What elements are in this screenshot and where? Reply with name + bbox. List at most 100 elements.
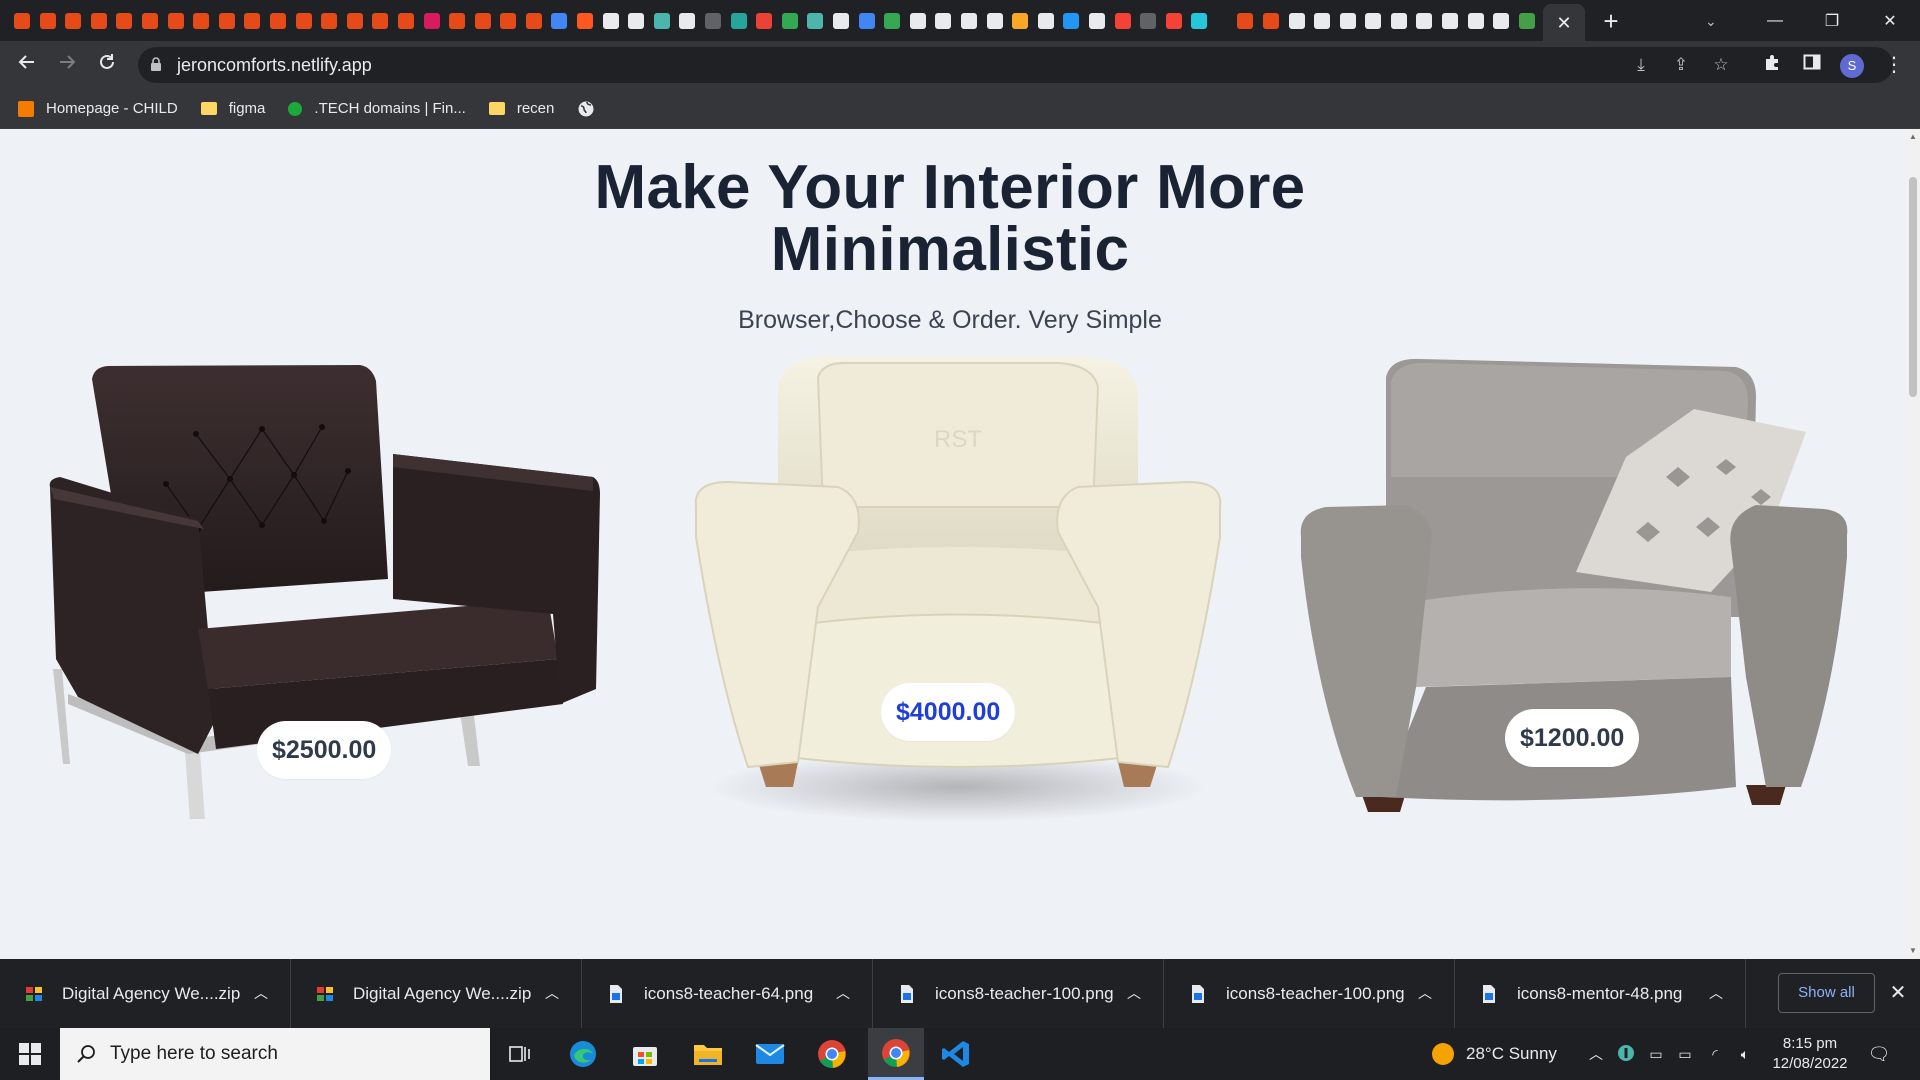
tray-expand-icon[interactable]: ︿ [1586, 1044, 1606, 1064]
bookmark-globe[interactable] [577, 100, 595, 118]
download-item[interactable]: icons8-teacher-100.png ︿ [873, 959, 1164, 1028]
close-downloads-icon[interactable]: ✕ [1884, 973, 1912, 1013]
tab-favicon-icon[interactable] [884, 12, 901, 29]
tab-favicon-icon[interactable] [65, 12, 82, 29]
share-icon[interactable]: ⇪ [1669, 53, 1693, 77]
bookmark-homepage-child[interactable]: Homepage - CHILD [18, 100, 178, 117]
tab-favicon-icon[interactable] [602, 12, 619, 29]
tab-favicon-icon[interactable] [1191, 12, 1208, 29]
scroll-down-icon[interactable]: ▼ [1909, 947, 1917, 955]
tab-favicon-icon[interactable] [525, 12, 542, 29]
star-icon[interactable]: ☆ [1709, 53, 1733, 77]
scrollbar-thumb[interactable] [1909, 177, 1917, 397]
download-item[interactable]: Digital Agency We....zip ︿ [0, 959, 291, 1028]
download-item[interactable]: icons8-teacher-64.png ︿ [582, 959, 873, 1028]
tab-favicon-icon[interactable] [346, 12, 363, 29]
sidepanel-icon[interactable] [1796, 49, 1828, 81]
taskbar-search-placeholder[interactable]: Type here to search [110, 1043, 278, 1065]
tab-favicon-icon[interactable] [1518, 12, 1535, 29]
tab-favicon-icon[interactable] [1037, 12, 1054, 29]
tab-favicon-icon[interactable] [1088, 12, 1105, 29]
tray-app-icon[interactable] [1616, 1044, 1636, 1064]
chevron-up-icon[interactable]: ︿ [836, 959, 850, 1028]
taskbar-mail[interactable] [752, 1036, 788, 1072]
taskbar-vscode[interactable] [938, 1036, 974, 1072]
tab-favicon-icon[interactable] [577, 12, 594, 29]
taskbar-store[interactable] [627, 1036, 663, 1072]
tab-favicon-icon[interactable] [730, 12, 747, 29]
tab-favicon-icon[interactable] [1114, 12, 1131, 29]
restore-button[interactable]: ❐ [1804, 0, 1860, 41]
tab-favicon-icon[interactable] [807, 12, 824, 29]
bookmark-tech-domains[interactable]: .TECH domains | Fin... [288, 100, 466, 117]
system-clock[interactable]: 8:15 pm 12/08/2022 [1760, 1034, 1860, 1074]
tab-favicon-icon[interactable] [1262, 12, 1279, 29]
close-tab-icon[interactable]: ✕ [1556, 14, 1571, 32]
tab-favicon-icon[interactable] [756, 12, 773, 29]
reload-button[interactable] [91, 49, 123, 81]
tab-favicon-icon[interactable] [1288, 12, 1305, 29]
tab-favicon-icon[interactable] [986, 12, 1003, 29]
tab-favicon-icon[interactable] [295, 12, 312, 29]
tab-favicon-icon[interactable] [474, 12, 491, 29]
tab-favicon-icon[interactable] [449, 12, 466, 29]
tab-favicon-icon[interactable] [167, 12, 184, 29]
tab-favicon-icon[interactable] [269, 12, 286, 29]
tab-favicon-icon[interactable] [397, 12, 414, 29]
bookmark-recen-folder[interactable]: recen [488, 100, 554, 117]
back-button[interactable] [11, 49, 43, 81]
tab-favicon-icon[interactable] [1493, 12, 1510, 29]
chevron-up-icon[interactable]: ︿ [1127, 959, 1141, 1028]
weather-widget[interactable]: 28°C Sunny [1432, 1028, 1557, 1080]
show-all-downloads-button[interactable]: Show all [1778, 973, 1875, 1013]
download-item[interactable]: icons8-teacher-100.png ︿ [1164, 959, 1455, 1028]
tab-favicon-icon[interactable] [781, 12, 798, 29]
tab-favicon-icon[interactable] [1390, 12, 1407, 29]
install-icon[interactable]: ⤓ [1629, 53, 1653, 77]
taskbar-chrome[interactable] [814, 1036, 850, 1072]
tab-favicon-icon[interactable] [1442, 12, 1459, 29]
chevron-up-icon[interactable]: ︿ [254, 959, 268, 1028]
task-view-button[interactable] [502, 1036, 538, 1072]
tab-favicon-icon[interactable] [1237, 12, 1254, 29]
tab-favicon-icon[interactable] [244, 12, 261, 29]
search-tabs-icon[interactable]: ⌄ [1705, 8, 1717, 34]
tab-favicon-icon[interactable] [218, 12, 235, 29]
tab-favicon-icon[interactable] [372, 12, 389, 29]
tab-favicon-icon[interactable] [116, 12, 133, 29]
tab-favicon-icon[interactable] [705, 12, 722, 29]
tab-favicon-icon[interactable] [935, 12, 952, 29]
tab-favicon-icon[interactable] [1063, 12, 1080, 29]
tab-favicon-icon[interactable] [551, 12, 568, 29]
menu-icon[interactable]: ⋮ [1880, 49, 1908, 81]
lock-icon[interactable] [151, 57, 161, 71]
download-item[interactable]: Digital Agency We....zip ︿ [291, 959, 582, 1028]
volume-icon[interactable]: 🔈︎ [1735, 1044, 1755, 1064]
wifi-icon[interactable]: ◜ [1705, 1044, 1725, 1064]
tab-favicon-icon[interactable] [960, 12, 977, 29]
taskbar-search-box[interactable]: Type here to search [60, 1028, 490, 1080]
tab-favicon-icon[interactable] [628, 12, 645, 29]
download-item[interactable]: icons8-mentor-48.png ︿ [1455, 959, 1746, 1028]
tab-favicon-icon[interactable] [1012, 12, 1029, 29]
tab-favicon-icon[interactable] [833, 12, 849, 29]
address-bar[interactable]: jeroncomforts.netlify.app ⤓ ⇪ ☆ [138, 47, 1893, 83]
taskbar-file-explorer[interactable] [690, 1036, 726, 1072]
scroll-up-icon[interactable]: ▲ [1909, 133, 1917, 141]
minimize-button[interactable]: — [1747, 0, 1803, 41]
forward-button[interactable] [51, 49, 83, 81]
active-tab[interactable]: ✕ [1543, 4, 1585, 41]
tab-favicon-icon[interactable] [679, 12, 696, 29]
tab-favicon-icon[interactable] [39, 12, 56, 29]
tab-favicon-icon[interactable] [141, 12, 158, 29]
product-card-cream-armchair[interactable]: RST [688, 357, 1228, 827]
url-text[interactable]: jeroncomforts.netlify.app [177, 47, 372, 83]
tab-favicon-icon[interactable] [1314, 12, 1331, 29]
tab-favicon-icon[interactable] [1140, 12, 1157, 29]
battery-icon[interactable]: ▭ [1675, 1044, 1695, 1064]
new-tab-button[interactable]: + [1598, 8, 1624, 34]
tab-favicon-icon[interactable] [14, 12, 30, 29]
extensions-icon[interactable] [1756, 49, 1788, 81]
tab-favicon-icon[interactable] [321, 12, 338, 29]
meet-now-icon[interactable]: ▭ [1646, 1044, 1666, 1064]
